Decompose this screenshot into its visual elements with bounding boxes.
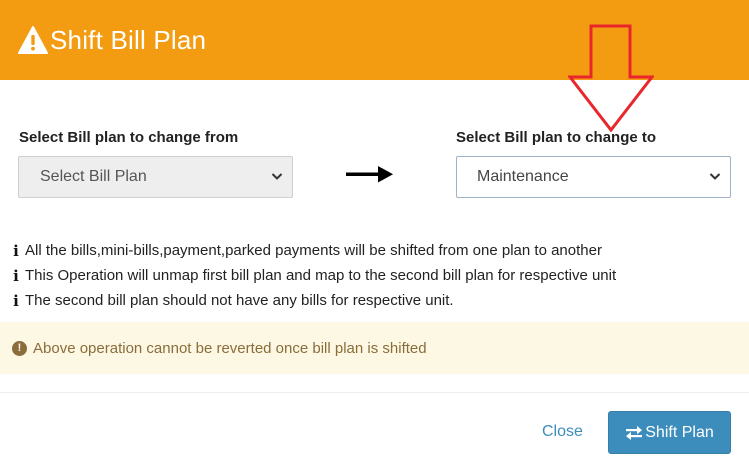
shift-plan-button[interactable]: Shift Plan bbox=[608, 411, 731, 454]
info-item: i This Operation will unmap first bill p… bbox=[12, 263, 616, 288]
annotation-down-arrow bbox=[568, 24, 654, 132]
arrow-right-icon bbox=[346, 166, 393, 183]
alert-text: Above operation cannot be reverted once … bbox=[33, 339, 427, 357]
chevron-down-icon bbox=[709, 173, 721, 180]
info-icon: i bbox=[13, 241, 19, 260]
to-plan-selected-value: Maintenance bbox=[477, 168, 569, 185]
info-item: i The second bill plan should not have a… bbox=[12, 288, 616, 313]
modal-title: Shift Bill Plan bbox=[50, 24, 207, 55]
from-plan-selected-value: Select Bill Plan bbox=[40, 168, 147, 185]
info-item: i All the bills,mini-bills,payment,parke… bbox=[12, 238, 616, 263]
info-text: The second bill plan should not have any… bbox=[25, 292, 454, 309]
exchange-icon bbox=[626, 425, 643, 440]
from-plan-select[interactable]: Select Bill Plan bbox=[18, 156, 293, 198]
to-plan-label: Select Bill plan to change to bbox=[456, 129, 657, 146]
footer-divider bbox=[0, 392, 749, 393]
warning-icon bbox=[18, 26, 48, 54]
warning-alert: ! Above operation cannot be reverted onc… bbox=[0, 322, 749, 374]
info-icon: i bbox=[13, 291, 19, 310]
info-text: This Operation will unmap first bill pla… bbox=[25, 267, 617, 284]
exclamation-circle-icon: ! bbox=[12, 340, 27, 356]
to-plan-select[interactable]: Maintenance bbox=[456, 156, 731, 198]
chevron-down-icon bbox=[271, 173, 283, 180]
shift-plan-label: Shift Plan bbox=[645, 423, 714, 441]
info-icon: i bbox=[13, 266, 19, 285]
from-plan-label: Select Bill plan to change from bbox=[19, 129, 239, 146]
info-text: All the bills,mini-bills,payment,parked … bbox=[25, 242, 602, 259]
info-list: i All the bills,mini-bills,payment,parke… bbox=[12, 238, 616, 313]
close-button[interactable]: Close bbox=[542, 423, 583, 441]
